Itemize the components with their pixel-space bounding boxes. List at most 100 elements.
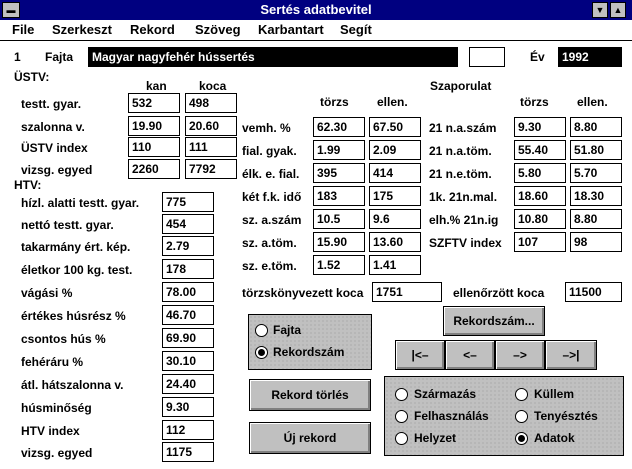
title-bar[interactable]: ▬ Sertés adatbevitel ▼ ▲ [0, 0, 632, 20]
window-title: Sertés adatbevitel [260, 2, 372, 17]
szap-ellen-field[interactable]: 5.70 [570, 163, 622, 183]
rekordszam-button[interactable]: Rekordszám... [443, 306, 545, 336]
menu-karbantart[interactable]: Karbantart [258, 22, 324, 37]
view-tenyesztes-label[interactable]: Tenyésztés [534, 409, 598, 423]
htv-field[interactable]: 1175 [162, 442, 214, 462]
sort-fajta-label[interactable]: Fajta [273, 323, 301, 337]
szap-ellen-field[interactable]: 8.80 [570, 117, 622, 137]
last-record-button[interactable]: –>| [545, 340, 597, 370]
blank-field[interactable] [469, 47, 505, 67]
szap-label: 21 n.e.töm. [429, 167, 492, 181]
htv-field[interactable]: 112 [162, 420, 214, 440]
mid-torzs-field[interactable]: 15.90 [313, 232, 365, 252]
mid-torzs-field[interactable]: 183 [313, 186, 365, 206]
ustv-kan-field[interactable]: 2260 [128, 159, 180, 179]
htv-label: átl. hátszalonna v. [21, 378, 124, 392]
ustv-kan-field[interactable]: 110 [128, 137, 180, 157]
sort-rekordszam-label[interactable]: Rekordszám [273, 345, 344, 359]
mid-torzs-field[interactable]: 1.99 [313, 140, 365, 160]
szap-ellen-field[interactable]: 8.80 [570, 209, 622, 229]
mid-torzs-field[interactable]: 1.52 [313, 255, 365, 275]
next-record-button[interactable]: –> [495, 340, 545, 370]
szap-ellen-field[interactable]: 98 [570, 232, 622, 252]
szap-torzs-field[interactable]: 107 [514, 232, 566, 252]
szap-torzs-field[interactable]: 55.40 [514, 140, 566, 160]
prev-record-button[interactable]: <– [445, 340, 495, 370]
htv-field[interactable]: 24.40 [162, 374, 214, 394]
menu-file[interactable]: File [12, 22, 34, 37]
htv-label: takarmány ért. kép. [21, 240, 131, 254]
view-adatok-label[interactable]: Adatok [534, 431, 575, 445]
szap-torzs-field[interactable]: 9.30 [514, 117, 566, 137]
view-adatok-radio[interactable] [515, 432, 528, 445]
menu-rekord[interactable]: Rekord [130, 22, 175, 37]
ustv-label: testt. gyar. [21, 97, 82, 111]
ustv-koca-field[interactable]: 7792 [185, 159, 237, 179]
szap-ellen-field[interactable]: 51.80 [570, 140, 622, 160]
ustv-label: ÜSTV index [21, 141, 88, 155]
htv-field[interactable]: 78.00 [162, 282, 214, 302]
sort-rekordszam-radio[interactable] [255, 346, 268, 359]
mid-label: sz. a.szám [242, 213, 302, 227]
ustv-koca-field[interactable]: 20.60 [185, 116, 237, 136]
ustv-koca-field[interactable]: 498 [185, 93, 237, 113]
menu-segit[interactable]: Segít [340, 22, 372, 37]
fajta-field[interactable]: Magyar nagyfehér hússertés [88, 47, 458, 67]
mid-torzs-field[interactable]: 62.30 [313, 117, 365, 137]
szap-label: SZFTV index [429, 236, 502, 250]
first-record-button[interactable]: |<– [395, 340, 445, 370]
menu-szerkeszt[interactable]: Szerkeszt [52, 22, 112, 37]
view-felhasznalas-radio[interactable] [395, 410, 408, 423]
htv-field[interactable]: 2.79 [162, 236, 214, 256]
sort-fajta-radio[interactable] [255, 324, 268, 337]
szap-label: 21 n.a.szám [429, 121, 497, 135]
view-szarmazas-radio[interactable] [395, 388, 408, 401]
mid-ellen-field[interactable]: 13.60 [369, 232, 421, 252]
szap-ellen-field[interactable]: 18.30 [570, 186, 622, 206]
fajta-label: Fajta [45, 50, 74, 64]
szap-torzs-field[interactable]: 18.60 [514, 186, 566, 206]
htv-field[interactable]: 178 [162, 259, 214, 279]
mid-ellen-field[interactable]: 414 [369, 163, 421, 183]
menu-bar: File Szerkeszt Rekord Szöveg Karbantart … [0, 20, 632, 41]
maximize-icon[interactable]: ▲ [610, 2, 626, 18]
mid-ellen-field[interactable]: 175 [369, 186, 421, 206]
htv-field[interactable]: 69.90 [162, 328, 214, 348]
torzskonyvezett-koca-label: törzskönyvezett koca [242, 286, 364, 300]
ustv-kan-field[interactable]: 19.90 [128, 116, 180, 136]
mid-ellen-field[interactable]: 67.50 [369, 117, 421, 137]
mid-ellen-field[interactable]: 9.6 [369, 209, 421, 229]
htv-field[interactable]: 9.30 [162, 397, 214, 417]
view-szarmazas-label[interactable]: Származás [414, 387, 476, 401]
minimize-icon[interactable]: ▼ [592, 2, 608, 18]
view-tenyesztes-radio[interactable] [515, 410, 528, 423]
szap-torzs-field[interactable]: 5.80 [514, 163, 566, 183]
szap-label: 21 n.a.töm. [429, 144, 492, 158]
ustv-kan-field[interactable]: 532 [128, 93, 180, 113]
menu-szoveg[interactable]: Szöveg [195, 22, 241, 37]
uj-rekord-button[interactable]: Új rekord [249, 422, 371, 454]
mid-torzs-field[interactable]: 395 [313, 163, 365, 183]
szap-col-torzs: törzs [520, 95, 549, 109]
ev-field[interactable]: 1992 [558, 47, 622, 67]
view-helyzet-radio[interactable] [395, 432, 408, 445]
htv-field[interactable]: 30.10 [162, 351, 214, 371]
view-kullem-radio[interactable] [515, 388, 528, 401]
torzskonyvezett-koca-field[interactable]: 1751 [372, 282, 442, 302]
view-felhasznalas-label[interactable]: Felhasználás [414, 409, 489, 423]
rekord-torles-button[interactable]: Rekord törlés [249, 379, 371, 411]
ustv-koca-field[interactable]: 111 [185, 137, 237, 157]
mid-label: két f.k. idő [242, 190, 302, 204]
mid-label: fial. gyak. [242, 144, 297, 158]
mid-torzs-field[interactable]: 10.5 [313, 209, 365, 229]
htv-field[interactable]: 46.70 [162, 305, 214, 325]
view-kullem-label[interactable]: Küllem [534, 387, 574, 401]
view-helyzet-label[interactable]: Helyzet [414, 431, 456, 445]
szap-torzs-field[interactable]: 10.80 [514, 209, 566, 229]
htv-label: csontos hús % [21, 332, 106, 346]
mid-ellen-field[interactable]: 2.09 [369, 140, 421, 160]
mid-ellen-field[interactable]: 1.41 [369, 255, 421, 275]
htv-field[interactable]: 775 [162, 192, 214, 212]
ellenorzott-koca-field[interactable]: 11500 [565, 282, 622, 302]
htv-field[interactable]: 454 [162, 214, 214, 234]
